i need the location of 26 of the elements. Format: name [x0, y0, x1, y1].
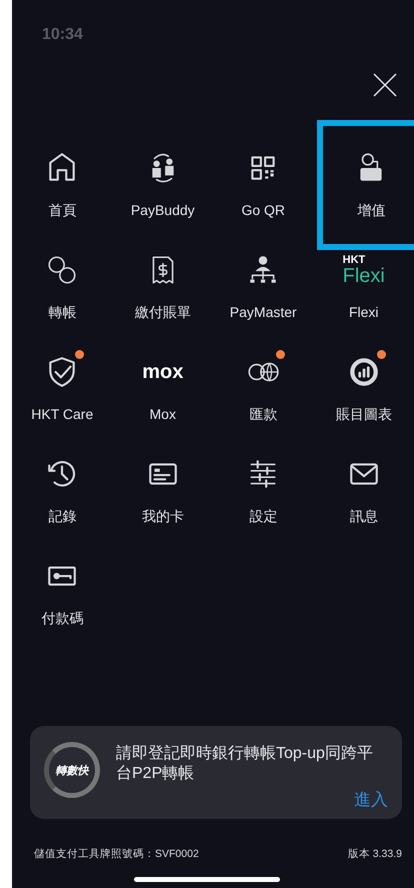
logo-text: mox — [142, 362, 184, 382]
status-time: 10:34 — [42, 26, 83, 44]
menu-item[interactable]: 訊息 — [314, 446, 414, 548]
menu-item[interactable]: 繳付賬單 — [112, 242, 213, 344]
fps-logo: 轉數快 — [44, 742, 100, 798]
menu-item[interactable]: 匯款 — [213, 344, 314, 446]
menu-item[interactable]: 賬目圖表 — [314, 344, 414, 446]
version-text: 版本 3.33.9 — [348, 847, 402, 862]
menu-item[interactable]: 設定 — [213, 446, 314, 548]
menu-item[interactable]: Go QR — [213, 140, 314, 242]
license-text: 儲值支付工具牌照號碼：SVF0002 — [34, 847, 199, 862]
menu-item[interactable]: 我的卡 — [112, 446, 213, 548]
banner-message: 請即登記即時銀行轉帳Top-up同跨平台P2P轉帳 — [116, 744, 374, 784]
menu-item[interactable]: 記錄 — [12, 446, 112, 548]
close-icon[interactable] — [372, 72, 398, 98]
menu-item[interactable]: PayMaster — [213, 242, 314, 344]
menu-item[interactable]: 首頁 — [12, 140, 112, 242]
logo-text: HKT — [342, 254, 366, 266]
logo-text: Flexi — [342, 266, 385, 286]
menu-item[interactable]: 增值 — [316, 120, 414, 250]
menu-item[interactable]: 轉帳 — [12, 242, 112, 344]
menu-item[interactable]: 付款碼 — [12, 548, 112, 650]
enter-link[interactable]: 進入 — [354, 788, 388, 811]
menu-item[interactable]: PayBuddy — [112, 140, 213, 242]
menu-item[interactable]: mox Mox — [112, 344, 213, 446]
menu-item[interactable]: HKT Care — [12, 344, 112, 446]
